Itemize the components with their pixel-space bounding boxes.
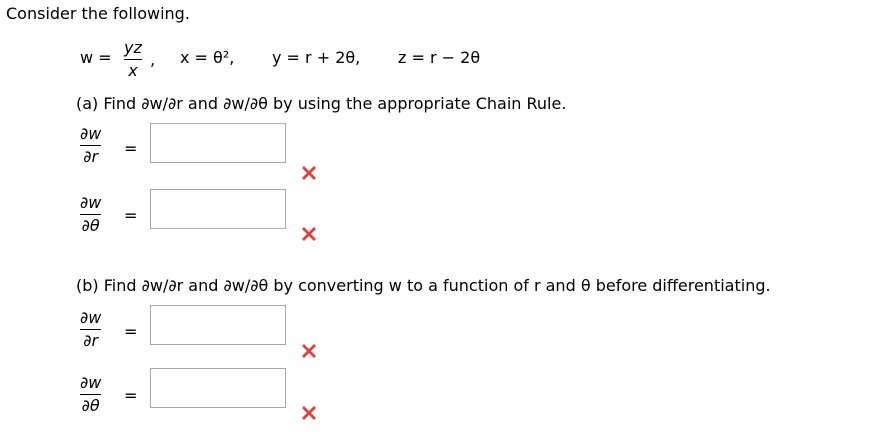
- derivative-fraction: ∂w ∂r: [80, 124, 102, 166]
- z-definition: z = r − 2θ: [398, 48, 481, 67]
- derivative-numerator: ∂w: [80, 124, 102, 143]
- answer-input[interactable]: [150, 189, 286, 229]
- fraction-bar: [80, 214, 102, 215]
- derivative-fraction: ∂w ∂θ: [80, 193, 102, 235]
- w-denominator: x: [128, 61, 138, 80]
- answer-input[interactable]: [150, 123, 286, 163]
- x-mark-icon: [302, 344, 316, 358]
- part-a-prompt: (a) Find ∂w/∂r and ∂w/∂θ by using the ap…: [76, 94, 567, 113]
- derivative-denominator: ∂r: [83, 331, 99, 350]
- w-lhs: w =: [80, 48, 112, 67]
- derivative-numerator: ∂w: [80, 373, 102, 392]
- fraction-bar: [80, 329, 102, 330]
- w-fraction: yz x: [124, 38, 142, 80]
- x-mark-icon: [302, 166, 316, 180]
- y-definition: y = r + 2θ,: [272, 48, 361, 67]
- x-mark-icon: [302, 406, 316, 420]
- derivative-fraction: ∂w ∂r: [80, 308, 102, 350]
- w-numerator: yz: [124, 38, 142, 57]
- answer-input[interactable]: [150, 368, 286, 408]
- part-b-prompt: (b) Find ∂w/∂r and ∂w/∂θ by converting w…: [76, 276, 771, 295]
- equals-sign: =: [124, 322, 138, 341]
- derivative-numerator: ∂w: [80, 308, 102, 327]
- fraction-bar: [80, 145, 102, 146]
- equals-sign: =: [124, 386, 138, 405]
- comma: ,: [150, 50, 156, 69]
- equals-sign: =: [124, 139, 138, 158]
- derivative-denominator: ∂r: [83, 147, 99, 166]
- intro-text: Consider the following.: [6, 4, 190, 23]
- fraction-bar: [124, 59, 142, 60]
- derivative-denominator: ∂θ: [81, 216, 100, 235]
- answer-input[interactable]: [150, 305, 286, 345]
- x-definition: x = θ²,: [180, 48, 235, 67]
- derivative-fraction: ∂w ∂θ: [80, 373, 102, 415]
- fraction-bar: [80, 394, 102, 395]
- derivative-numerator: ∂w: [80, 193, 102, 212]
- x-mark-icon: [302, 227, 316, 241]
- derivative-denominator: ∂θ: [81, 396, 100, 415]
- equals-sign: =: [124, 206, 138, 225]
